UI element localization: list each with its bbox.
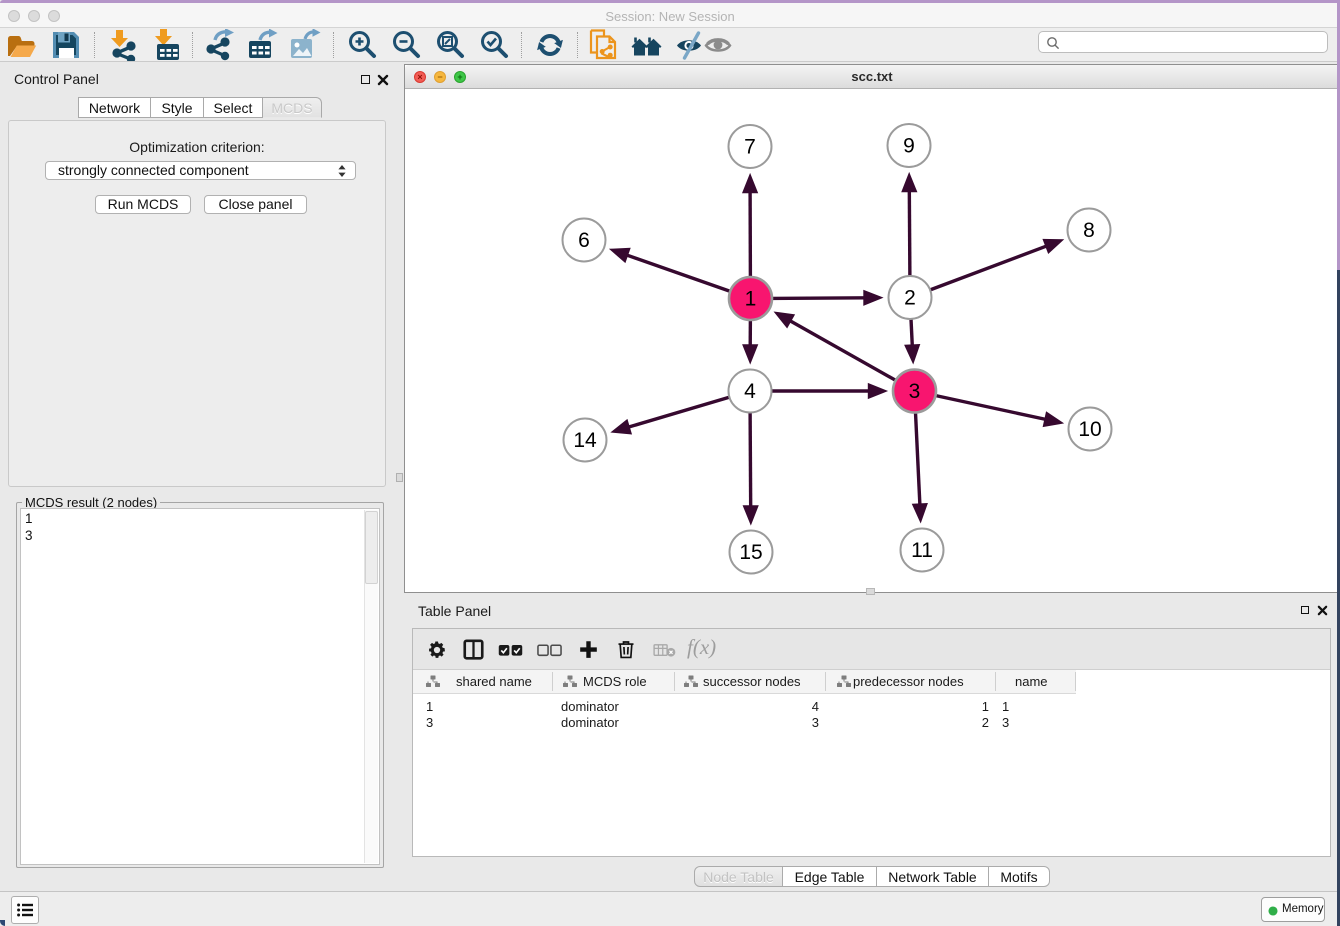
svg-text:3: 3 <box>909 380 921 403</box>
svg-text:7: 7 <box>744 136 756 159</box>
svg-text:6: 6 <box>578 229 590 252</box>
svg-text:15: 15 <box>739 541 762 564</box>
svg-text:14: 14 <box>573 429 597 452</box>
svg-text:1: 1 <box>745 288 757 311</box>
svg-text:9: 9 <box>903 135 915 158</box>
svg-text:2: 2 <box>904 287 916 310</box>
svg-text:11: 11 <box>911 539 933 562</box>
svg-text:10: 10 <box>1078 418 1101 441</box>
svg-text:8: 8 <box>1083 219 1095 242</box>
svg-text:4: 4 <box>744 380 756 403</box>
